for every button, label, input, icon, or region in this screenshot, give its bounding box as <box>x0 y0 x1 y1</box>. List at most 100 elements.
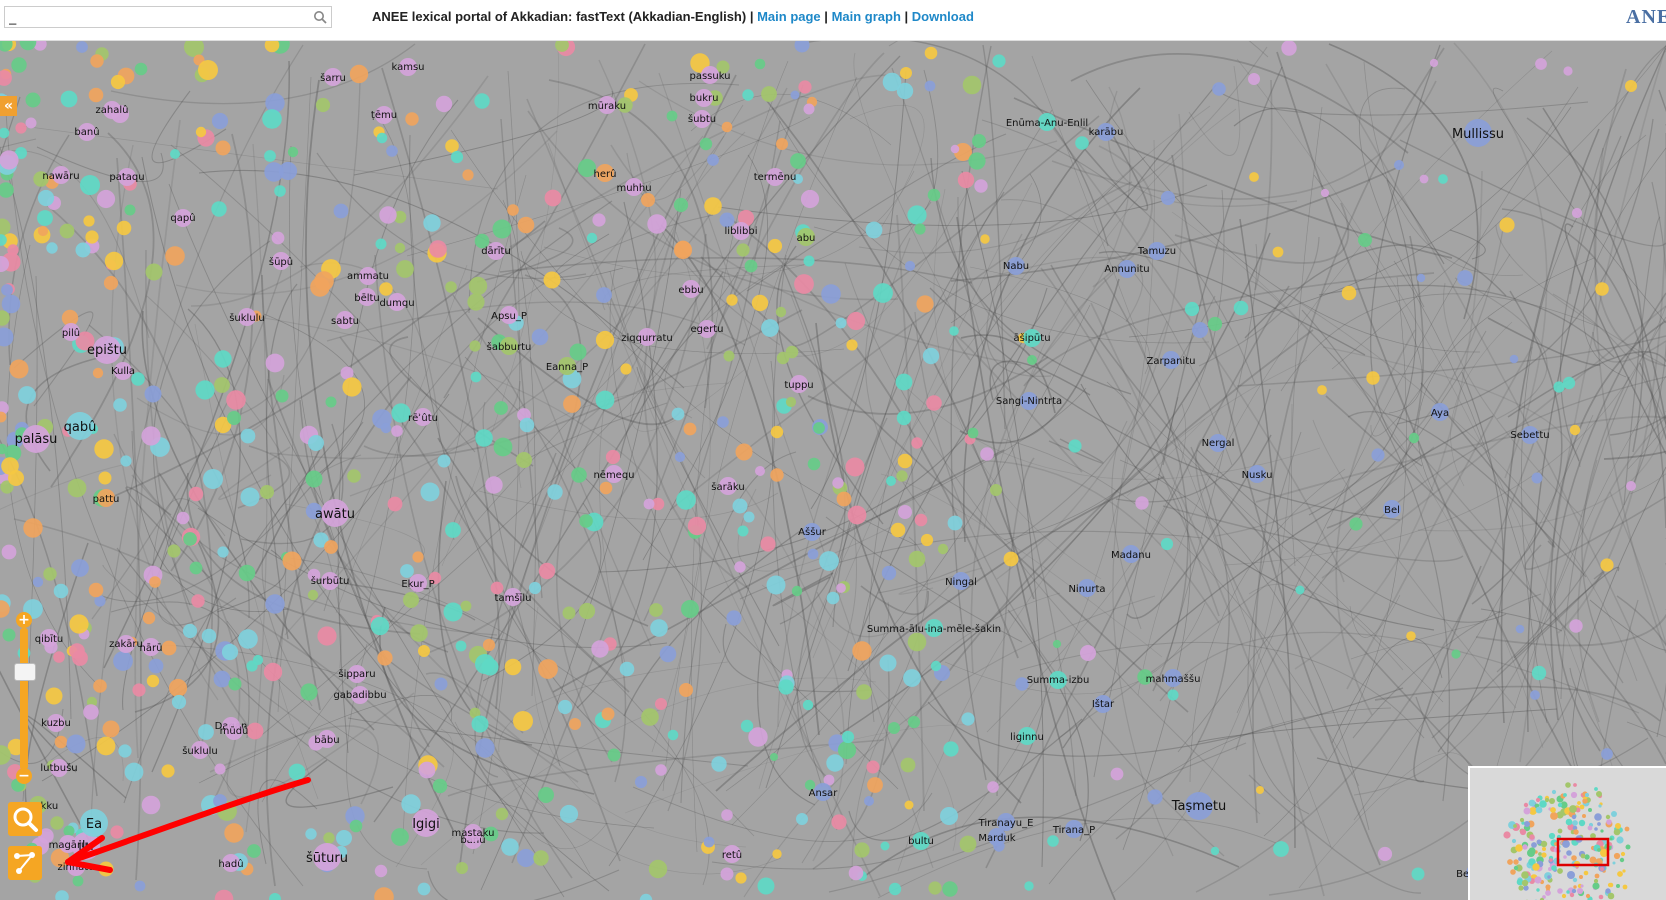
node-circle[interactable] <box>103 275 119 291</box>
node-circle[interactable] <box>195 380 215 400</box>
node-circle[interactable] <box>215 140 231 156</box>
graph-node[interactable] <box>852 641 872 661</box>
node-circle[interactable] <box>790 90 800 100</box>
graph-node[interactable] <box>907 205 927 225</box>
node-circle[interactable] <box>683 422 697 436</box>
graph-node[interactable] <box>785 396 797 408</box>
graph-node[interactable] <box>847 505 867 525</box>
node-circle[interactable] <box>165 246 185 266</box>
node-circle[interactable] <box>15 122 27 134</box>
node-circle[interactable] <box>987 781 999 793</box>
graph-node[interactable] <box>423 214 441 232</box>
graph-node[interactable] <box>336 830 352 846</box>
graph-node[interactable] <box>265 353 285 373</box>
node-circle[interactable] <box>23 518 43 538</box>
graph-node[interactable] <box>1249 172 1259 182</box>
graph-node[interactable] <box>432 778 448 794</box>
graph-node[interactable] <box>516 452 532 468</box>
graph-node[interactable] <box>495 807 509 821</box>
graph-node[interactable] <box>54 735 68 749</box>
graph-node[interactable] <box>772 849 782 859</box>
node-circle[interactable] <box>507 204 519 216</box>
graph-node[interactable] <box>807 457 821 471</box>
node-circle[interactable] <box>43 567 57 581</box>
node-circle[interactable] <box>417 882 431 896</box>
graph-node[interactable] <box>595 390 615 410</box>
node-circle[interactable] <box>538 562 556 580</box>
graph-node[interactable] <box>655 764 667 776</box>
graph-node[interactable] <box>113 651 133 671</box>
node-circle[interactable] <box>214 889 234 900</box>
graph-node[interactable] <box>1207 316 1223 332</box>
graph-node[interactable] <box>238 629 258 649</box>
node-circle[interactable] <box>904 800 914 810</box>
graph-node[interactable] <box>455 640 467 652</box>
node-circle[interactable] <box>475 429 493 447</box>
graph-node[interactable] <box>1184 301 1200 317</box>
graph-node[interactable] <box>832 477 844 489</box>
graph-node[interactable]: Summa-izbu <box>1027 671 1090 689</box>
node-circle[interactable] <box>900 757 916 773</box>
node-circle[interactable] <box>120 455 132 467</box>
graph-node[interactable] <box>8 470 24 486</box>
graph-node[interactable] <box>221 643 239 661</box>
graph-node[interactable] <box>113 398 127 412</box>
graph-node[interactable] <box>94 439 114 459</box>
node-circle[interactable] <box>723 350 735 362</box>
node-circle[interactable] <box>482 638 496 652</box>
graph-node[interactable]: āšipūtu <box>1013 329 1051 347</box>
node-circle[interactable] <box>1600 558 1614 572</box>
node-circle[interactable] <box>134 880 146 892</box>
node-circle[interactable] <box>943 741 959 757</box>
graph-node[interactable] <box>504 658 522 676</box>
node-circle[interactable] <box>455 640 467 652</box>
node-circle[interactable] <box>927 188 941 202</box>
graph-node[interactable] <box>161 764 175 778</box>
node-circle[interactable] <box>592 213 606 227</box>
graph-node[interactable] <box>743 511 755 523</box>
node-circle[interactable] <box>972 134 986 148</box>
graph-node[interactable] <box>240 428 256 444</box>
node-circle[interactable] <box>802 699 814 711</box>
graph-node[interactable] <box>418 645 430 657</box>
node-circle[interactable] <box>841 730 855 744</box>
graph-node[interactable] <box>767 238 783 254</box>
node-circle[interactable] <box>930 660 942 672</box>
graph-node[interactable]: šūpû <box>269 252 293 270</box>
graph-node[interactable] <box>287 146 299 158</box>
node-circle[interactable] <box>538 659 558 679</box>
node-circle[interactable] <box>880 841 890 851</box>
graph-node[interactable] <box>846 339 858 351</box>
node-circle[interactable] <box>71 559 89 577</box>
node-circle[interactable] <box>571 467 587 483</box>
node-circle[interactable] <box>711 756 727 772</box>
zoom-in-button[interactable]: + <box>16 612 32 628</box>
node-circle[interactable] <box>888 882 902 896</box>
node-circle[interactable] <box>569 343 587 361</box>
graph-node[interactable]: Nergal <box>1202 434 1235 452</box>
graph-node[interactable] <box>1003 551 1019 567</box>
node-circle[interactable] <box>1272 246 1284 258</box>
node-circle[interactable] <box>347 469 361 483</box>
graph-node[interactable] <box>667 729 679 741</box>
graph-node[interactable] <box>800 189 820 209</box>
node-circle[interactable] <box>475 738 495 758</box>
graph-node[interactable] <box>132 683 146 697</box>
node-circle[interactable] <box>485 476 503 494</box>
node-circle[interactable] <box>785 345 799 359</box>
node-circle[interactable] <box>1068 439 1082 453</box>
node-circle[interactable] <box>110 825 124 839</box>
node-circle[interactable] <box>7 244 19 256</box>
graph-node[interactable] <box>308 435 324 451</box>
graph-node[interactable] <box>683 422 697 436</box>
graph-node[interactable] <box>183 532 197 546</box>
node-circle[interactable] <box>754 58 766 70</box>
graph-node[interactable] <box>569 718 581 730</box>
graph-node[interactable] <box>492 219 512 239</box>
graph-node[interactable] <box>907 632 927 652</box>
node-circle[interactable] <box>8 470 24 486</box>
node-circle[interactable] <box>18 386 36 404</box>
graph-node[interactable] <box>1272 246 1284 258</box>
graph-node[interactable] <box>836 491 852 507</box>
graph-node[interactable] <box>325 396 337 408</box>
